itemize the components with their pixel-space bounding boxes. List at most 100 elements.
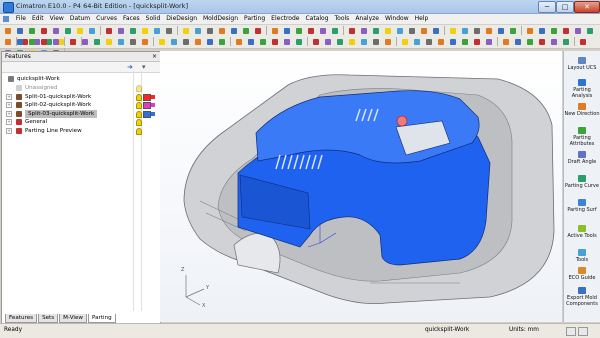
- toolbar-tool-icon[interactable]: [508, 26, 518, 36]
- toolbar-tool-icon[interactable]: [359, 26, 369, 36]
- menu-tools[interactable]: Tools: [332, 14, 353, 24]
- toolbar-tool-icon[interactable]: [87, 26, 97, 36]
- toolbar-tool-icon[interactable]: [585, 26, 595, 36]
- visibility-bulb-icon[interactable]: [136, 85, 142, 92]
- menu-parting[interactable]: Parting: [241, 14, 268, 24]
- toolbar-tool-icon[interactable]: [104, 37, 114, 47]
- visibility-bulb-icon[interactable]: [136, 102, 142, 110]
- document-icon[interactable]: [3, 16, 9, 22]
- toolbar-tool-icon[interactable]: [15, 26, 25, 36]
- tab-m-view[interactable]: M-View: [59, 314, 87, 323]
- toolbar-tool-icon[interactable]: [80, 37, 90, 47]
- tree-item[interactable]: Unassigned: [2, 84, 152, 92]
- toolbar-tool-icon[interactable]: [513, 37, 523, 47]
- expand-icon[interactable]: +: [6, 110, 12, 117]
- guide-draft-angle[interactable]: Draft Angle: [564, 151, 600, 165]
- toolbar-tool-icon[interactable]: [152, 26, 162, 36]
- toolbar-tool-icon[interactable]: [400, 37, 410, 47]
- tab-sets[interactable]: Sets: [38, 314, 59, 323]
- toolbar-tool-icon[interactable]: [253, 26, 263, 36]
- toolbar-tool-icon[interactable]: [241, 26, 251, 36]
- toolbar-tool-icon[interactable]: [311, 37, 321, 47]
- toolbar-tool-icon[interactable]: [549, 37, 559, 47]
- toolbar-tool-icon[interactable]: [39, 37, 49, 47]
- visibility-bulb-icon[interactable]: [136, 128, 142, 135]
- toolbar-tool-icon[interactable]: [549, 26, 559, 36]
- guide-new-direction[interactable]: New Direction: [564, 103, 600, 117]
- toolbar-tool-icon[interactable]: [496, 26, 506, 36]
- 3d-viewport[interactable]: Z Y X: [160, 51, 562, 322]
- toolbar-tool-icon[interactable]: [294, 37, 304, 47]
- toolbar-tool-icon[interactable]: [472, 26, 482, 36]
- toolbar-tool-icon[interactable]: [217, 37, 227, 47]
- toolbar-tool-icon[interactable]: [258, 37, 268, 47]
- toolbar-tool-icon[interactable]: [51, 37, 61, 47]
- menu-view[interactable]: View: [47, 14, 67, 24]
- toolbar-tool-icon[interactable]: [229, 26, 239, 36]
- toolbar-tool-icon[interactable]: [431, 26, 441, 36]
- toolbar-tool-icon[interactable]: [371, 37, 381, 47]
- toolbar-tool-icon[interactable]: [578, 37, 588, 47]
- toolbar-tool-icon[interactable]: [484, 37, 494, 47]
- menu-faces[interactable]: Faces: [120, 14, 143, 24]
- toolbar-tool-icon[interactable]: [347, 37, 357, 47]
- toolbar-tool-icon[interactable]: [234, 37, 244, 47]
- toolbar-tool-icon[interactable]: [205, 26, 215, 36]
- toolbar-tool-icon[interactable]: [217, 26, 227, 36]
- toolbar-tool-icon[interactable]: [193, 37, 203, 47]
- menu-help[interactable]: Help: [412, 14, 432, 24]
- toolbar-tool-icon[interactable]: [460, 37, 470, 47]
- toolbar-tool-icon[interactable]: [407, 26, 417, 36]
- toolbar-tool-icon[interactable]: [525, 37, 535, 47]
- guide-parting-surf[interactable]: Parting Surf: [564, 199, 600, 213]
- toolbar-tool-icon[interactable]: [39, 26, 49, 36]
- color-swatch[interactable]: [143, 93, 151, 101]
- menu-curves[interactable]: Curves: [93, 14, 120, 24]
- toolbar-tool-icon[interactable]: [246, 37, 256, 47]
- toolbar-tool-icon[interactable]: [294, 26, 304, 36]
- toolbar-tool-icon[interactable]: [501, 37, 511, 47]
- guide-export-mold-components[interactable]: Export Mold Components: [564, 287, 600, 307]
- toolbar-tool-icon[interactable]: [383, 37, 393, 47]
- toolbar-tool-icon[interactable]: [306, 26, 316, 36]
- menu-solid[interactable]: Solid: [143, 14, 164, 24]
- toolbar-tool-icon[interactable]: [193, 26, 203, 36]
- toolbar-tool-icon[interactable]: [3, 37, 13, 47]
- maximize-button[interactable]: □: [556, 1, 574, 13]
- filter-icon[interactable]: ▾: [142, 63, 146, 71]
- tree-item[interactable]: + Parting Line Preview: [2, 127, 152, 135]
- toolbar-tool-icon[interactable]: [128, 26, 138, 36]
- toolbar-tool-icon[interactable]: [3, 26, 13, 36]
- tree-item[interactable]: + Split-01-quicksplit-Work: [2, 93, 155, 101]
- toolbar-tool-icon[interactable]: [205, 37, 215, 47]
- toolbar-tool-icon[interactable]: [537, 37, 547, 47]
- menu-window[interactable]: Window: [382, 14, 412, 24]
- expand-icon[interactable]: +: [6, 119, 12, 126]
- status-grid-icon[interactable]: [566, 327, 576, 336]
- toolbar-tool-icon[interactable]: [460, 26, 470, 36]
- toolbar-tool-icon[interactable]: [412, 37, 422, 47]
- tab-parting[interactable]: Parting: [87, 314, 116, 323]
- close-button[interactable]: ✕: [574, 1, 600, 13]
- toolbar-tool-icon[interactable]: [561, 26, 571, 36]
- toolbar-tool-icon[interactable]: [525, 26, 535, 36]
- toolbar-tool-icon[interactable]: [436, 37, 446, 47]
- expand-icon[interactable]: +: [6, 102, 12, 109]
- toolbar-tool-icon[interactable]: [140, 37, 150, 47]
- toolbar-tool-icon[interactable]: [51, 26, 61, 36]
- menu-electrode[interactable]: Electrode: [268, 14, 302, 24]
- toolbar-tool-icon[interactable]: [424, 37, 434, 47]
- toolbar-tool-icon[interactable]: [282, 37, 292, 47]
- toolbar-tool-icon[interactable]: [270, 37, 280, 47]
- toolbar-tool-icon[interactable]: [359, 37, 369, 47]
- toolbar-tool-icon[interactable]: [169, 37, 179, 47]
- toolbar-tool-icon[interactable]: [181, 37, 191, 47]
- menu-file[interactable]: File: [13, 14, 29, 24]
- toolbar-tool-icon[interactable]: [128, 37, 138, 47]
- toolbar-tool-icon[interactable]: [104, 26, 114, 36]
- toolbar-tool-icon[interactable]: [335, 37, 345, 47]
- color-swatch[interactable]: [143, 102, 151, 110]
- toolbar-tool-icon[interactable]: [323, 37, 333, 47]
- toolbar-tool-icon[interactable]: [561, 37, 571, 47]
- toolbar-tool-icon[interactable]: [448, 26, 458, 36]
